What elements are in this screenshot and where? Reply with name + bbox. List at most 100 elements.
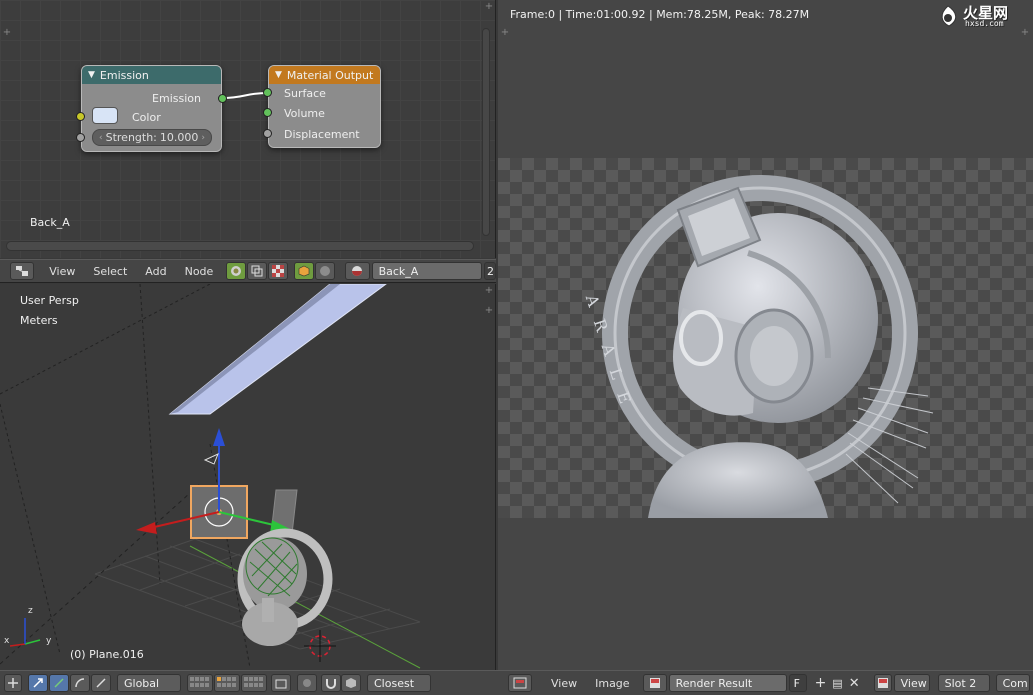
emission-output-label: Emission	[152, 92, 201, 105]
lock-camera-button[interactable]	[271, 674, 291, 692]
collapse-triangle-icon[interactable]: ▼	[88, 70, 95, 80]
object-shader-button[interactable]	[294, 262, 315, 280]
image-editor[interactable]: + + Frame:0 | Time:01:00.92 | Mem:78.25M…	[498, 0, 1033, 670]
x-arrow	[136, 522, 157, 534]
color-label: Color	[132, 111, 161, 124]
compositing-icon	[251, 265, 263, 277]
image-browse-button[interactable]	[642, 674, 667, 692]
z-arrow	[213, 428, 225, 446]
material-users-count[interactable]: 2	[484, 262, 496, 280]
surface-label: Surface	[284, 87, 326, 100]
snap-target-dropdown[interactable]: Closest	[367, 674, 431, 692]
editor-type-button[interactable]	[10, 262, 35, 280]
emission-node-body: Emission Color ‹ Strength: 10.000 ›	[76, 84, 227, 151]
material-output-node[interactable]: ▼ Material Output Surface Volume Displac…	[263, 65, 381, 148]
strength-input-socket[interactable]	[76, 133, 85, 142]
fake-user-button[interactable]: F	[788, 674, 807, 692]
vertical-scrollbar[interactable]	[482, 28, 490, 236]
snap-cube-icon	[346, 678, 356, 688]
menu-view[interactable]: View	[542, 677, 586, 690]
viewport-3d[interactable]: + + z y x User Persp Meters (0) Plane.01…	[0, 284, 496, 670]
menu-view[interactable]: View	[40, 265, 84, 278]
render-result-image[interactable]: ARALE	[498, 158, 1033, 518]
extra-transform-button[interactable]	[91, 674, 111, 692]
menu-select[interactable]: Select	[84, 265, 136, 278]
close-icon[interactable]: ✕	[849, 676, 860, 691]
view-dropdown[interactable]: View	[893, 674, 930, 692]
slot-dropdown[interactable]: Slot 2	[937, 674, 990, 692]
increment-arrow-icon[interactable]: ›	[201, 133, 205, 143]
rotate-button[interactable]	[49, 674, 69, 692]
manipulator-toggle-button[interactable]	[4, 674, 22, 692]
displacement-input-socket[interactable]	[263, 129, 272, 138]
light-plane	[168, 284, 387, 415]
world-shader-button[interactable]	[315, 262, 336, 280]
emission-node-title: Emission	[99, 68, 149, 82]
axis-x-label: x	[4, 636, 10, 646]
bottom-header-strip: Global Closest View Image Render Result …	[0, 670, 1033, 695]
editor-type-button[interactable]	[508, 674, 532, 692]
slot-value: Slot 2	[944, 676, 977, 690]
layer-buttons-1[interactable]	[187, 674, 213, 692]
menu-node[interactable]: Node	[176, 265, 223, 278]
magnet-icon	[326, 679, 336, 689]
color-input-socket[interactable]	[76, 112, 85, 121]
strength-field[interactable]: ‹ Strength: 10.000 ›	[92, 129, 212, 146]
layer-buttons-2[interactable]	[214, 674, 240, 692]
node-editor-icon	[16, 266, 29, 276]
decrement-arrow-icon[interactable]: ‹	[99, 133, 103, 143]
axis-y-label: y	[46, 636, 52, 646]
image-icon	[877, 678, 888, 688]
material-output-title: Material Output	[286, 68, 374, 82]
image-editor-header: View Image Render Result F + ▤ ✕ View Sl…	[498, 671, 1033, 695]
flame-logo-icon	[941, 5, 957, 27]
shader-nodes-button[interactable]	[226, 262, 247, 280]
layer-buttons-3[interactable]	[241, 674, 267, 692]
menu-add[interactable]: Add	[136, 265, 175, 278]
color-swatch[interactable]	[92, 107, 118, 124]
axis-z-label: z	[28, 606, 33, 616]
snap-element-button[interactable]	[341, 674, 361, 692]
menu-image[interactable]: Image	[586, 677, 638, 690]
image-icon	[649, 678, 660, 688]
view-perspective-label: User Persp	[20, 294, 79, 307]
compositing-nodes-button[interactable]	[247, 262, 268, 280]
node-editor[interactable]: + + ▼ Emission Emission Color ‹ Strength…	[0, 0, 496, 258]
layers-icon	[190, 677, 209, 687]
translate-button[interactable]	[28, 674, 48, 692]
rotate-icon	[54, 678, 64, 688]
render-preview-button[interactable]	[297, 674, 317, 692]
layers-icon	[217, 677, 236, 687]
material-name-field[interactable]: Back_A	[371, 262, 482, 280]
material-output-header[interactable]: ▼ Material Output	[269, 66, 380, 84]
volume-input-socket[interactable]	[263, 108, 272, 117]
area-corner-icon[interactable]: +	[500, 28, 510, 38]
image-name-field[interactable]: Render Result	[668, 674, 787, 692]
image-editor-icon	[513, 677, 527, 689]
rendered-character	[602, 175, 934, 518]
new-image-icon[interactable]: +	[815, 675, 827, 691]
texture-nodes-button[interactable]	[268, 262, 289, 280]
watermark-subtext: hxsd.com	[965, 19, 1004, 28]
emission-node[interactable]: ▼ Emission Emission Color ‹ Strength: 10…	[76, 65, 227, 152]
snap-toggle-button[interactable]	[321, 674, 341, 692]
emission-output-socket[interactable]	[218, 94, 227, 103]
material-browse-button[interactable]	[345, 262, 370, 280]
collapse-triangle-icon[interactable]: ▼	[275, 70, 282, 80]
material-sphere-icon	[352, 266, 363, 276]
scale-button[interactable]	[70, 674, 90, 692]
surface-input-socket[interactable]	[263, 88, 272, 97]
view-mode-icon-button[interactable]	[873, 674, 892, 692]
move-arrows-icon	[8, 678, 18, 688]
3d-cursor	[304, 630, 336, 662]
folder-icon[interactable]: ▤	[832, 677, 842, 690]
active-object-label: (0) Plane.016	[70, 648, 144, 661]
horizontal-scrollbar[interactable]	[6, 241, 474, 251]
orientation-dropdown[interactable]: Global	[117, 674, 181, 692]
camera-lock-icon	[275, 679, 287, 689]
viewport-header: Global Closest	[0, 671, 497, 695]
composite-value: Com	[1002, 676, 1028, 690]
axis-widget	[9, 618, 41, 647]
composite-pass-dropdown[interactable]: Com	[995, 674, 1030, 692]
emission-node-header[interactable]: ▼ Emission	[82, 66, 221, 84]
